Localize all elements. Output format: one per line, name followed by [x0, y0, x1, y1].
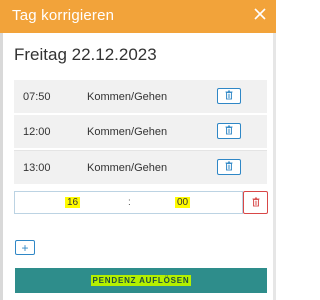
left-strip [0, 0, 3, 300]
trash-icon [224, 122, 234, 140]
resolve-button-label: PENDENZ AUFLÖSEN [90, 275, 192, 286]
entry-row: 13:00 Kommen/Gehen [14, 151, 267, 184]
right-strip [273, 33, 276, 300]
delete-new-entry-button[interactable] [243, 191, 268, 214]
resolve-button[interactable]: PENDENZ AUFLÖSEN [15, 268, 267, 293]
entry-time: 07:50 [23, 91, 51, 103]
entry-time: 12:00 [23, 126, 51, 138]
entry-kind: Kommen/Gehen [87, 126, 168, 138]
entry-row: 07:50 Kommen/Gehen [14, 80, 267, 113]
date-title: Freitag 22.12.2023 [14, 45, 157, 64]
dialog-title: Tag korrigieren [12, 7, 115, 24]
new-entry-time-input[interactable]: 16 : 00 [14, 191, 243, 214]
delete-entry-button[interactable] [217, 159, 241, 175]
trash-icon [224, 87, 234, 105]
entry-time: 13:00 [23, 162, 51, 174]
close-icon[interactable] [252, 6, 268, 22]
delete-entry-button[interactable] [217, 123, 241, 139]
add-entry-button[interactable]: + [15, 240, 35, 255]
entry-kind: Kommen/Gehen [87, 162, 168, 174]
dialog-header: Tag korrigieren [0, 0, 276, 33]
time-separator: : [128, 197, 131, 208]
entry-row: 12:00 Kommen/Gehen [14, 115, 267, 148]
minutes-field[interactable]: 00 [175, 197, 191, 208]
trash-icon [251, 194, 261, 212]
trash-icon [224, 158, 234, 176]
delete-entry-button[interactable] [217, 88, 241, 104]
entry-kind: Kommen/Gehen [87, 91, 168, 103]
hours-field[interactable]: 16 [65, 197, 81, 208]
